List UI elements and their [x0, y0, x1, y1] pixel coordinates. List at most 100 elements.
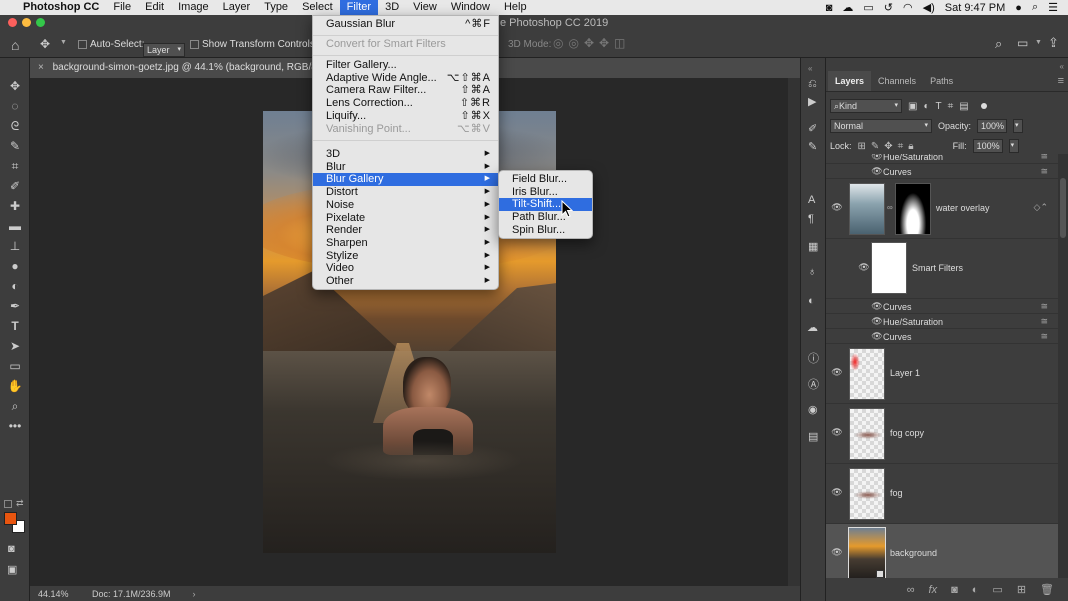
swatches-icon[interactable]: ▦ [808, 240, 818, 253]
new-group-icon[interactable]: ▭ [992, 583, 1002, 596]
share-icon[interactable]: ⇪ [1048, 35, 1059, 51]
quick-select-tool-icon[interactable]: ✎ [0, 136, 30, 156]
layer-water-overlay[interactable]: 👁︎ ∞ water overlay ◇⌃ [826, 179, 1058, 239]
eye-icon[interactable]: 👁︎ [831, 427, 843, 438]
glyphs-icon[interactable]: Ⓐ [808, 376, 819, 392]
move-tool-icon[interactable]: ✥ [0, 76, 30, 96]
layer-smart-filters[interactable]: 👁︎ Smart Filters [826, 239, 1058, 299]
fill-slider-toggle[interactable]: ▾ [1008, 139, 1019, 153]
volume-icon[interactable]: ◀) [923, 1, 935, 14]
menu-edit[interactable]: Edit [138, 0, 171, 15]
layer-filter-curves[interactable]: 👁︎ Curves ≅ [826, 164, 1058, 179]
menu-item-path-blur[interactable]: Path Blur... [499, 211, 592, 224]
filter-toggle-icon[interactable] [980, 103, 987, 109]
menu-item-liquify[interactable]: Liquify... ⇧⌘X [313, 110, 498, 123]
menu-item-iris-blur[interactable]: Iris Blur... [499, 186, 592, 199]
filter-type-icons[interactable]: ▣◐T⌗▤ [908, 101, 975, 112]
close-window-button[interactable] [8, 18, 17, 27]
menu-item-adaptive-wide-angle[interactable]: Adaptive Wide Angle... ⌥⇧⌘A [313, 72, 498, 85]
filter-options-icon[interactable]: ≅ [1040, 154, 1048, 162]
eye-icon[interactable]: 👁︎ [831, 202, 843, 213]
styles-icon[interactable]: ◉ [808, 403, 818, 416]
notification-center-icon[interactable]: ☰ [1048, 1, 1058, 14]
lasso-tool-icon[interactable]: ᘓ [0, 116, 30, 136]
apple-menu-icon[interactable] [0, 0, 16, 15]
lock-icons[interactable]: ⊞✎✥⌗🔒︎ [858, 141, 919, 152]
libraries-icon[interactable]: ☁ [807, 321, 818, 334]
time-machine-icon[interactable]: ↺ [884, 1, 893, 14]
blur-tool-icon[interactable]: ● [0, 256, 30, 276]
healing-brush-tool-icon[interactable]: ✚ [0, 196, 30, 216]
swap-colors-icon[interactable]: ⇄ [16, 498, 24, 509]
crop-tool-icon[interactable]: ⌗ [0, 156, 30, 176]
wifi-icon[interactable]: ◠ [903, 1, 913, 14]
search-icon[interactable]: ⌕ [995, 36, 1002, 52]
home-icon[interactable]: ⌂ [11, 37, 19, 53]
filter-kind-dropdown[interactable]: ⌕Kind ▾ [830, 99, 902, 113]
tab-paths[interactable]: Paths [923, 71, 960, 91]
tab-channels[interactable]: Channels [871, 71, 923, 91]
default-colors-icon[interactable] [4, 500, 12, 508]
menu-item-other[interactable]: Other ▶ [313, 275, 498, 288]
user-icon[interactable]: ● [1015, 2, 1022, 14]
menu-layer[interactable]: Layer [216, 0, 258, 15]
opacity-field[interactable]: 100% [977, 119, 1008, 133]
layer-filter-hue-saturation[interactable]: 👁︎ Hue/Saturation ≅ [826, 314, 1058, 329]
auto-select-dropdown[interactable]: Layer ▾ [143, 43, 185, 57]
chevron-down-icon[interactable]: ▼ [60, 39, 67, 46]
brushes-icon[interactable]: ✐ [808, 122, 817, 135]
3d-mode-icons[interactable]: ◎◎✥✥◫ [553, 36, 630, 50]
menu-window[interactable]: Window [444, 0, 497, 15]
menu-image[interactable]: Image [171, 0, 216, 15]
brush-tool-icon[interactable]: ▬ [0, 216, 30, 236]
menu-item-blur[interactable]: Blur ▶ [313, 161, 498, 174]
chevron-right-icon[interactable]: › [193, 589, 196, 599]
pen-tool-icon[interactable]: ✒ [0, 296, 30, 316]
filter-options-icon[interactable]: ≅ [1040, 166, 1048, 177]
menu-item-distort[interactable]: Distort ▶ [313, 186, 498, 199]
eye-icon[interactable]: 👁︎ [871, 154, 883, 162]
menu-filter[interactable]: Filter [339, 0, 379, 15]
menu-item-camera-raw[interactable]: Camera Raw Filter... ⇧⌘A [313, 84, 498, 97]
learn-icon[interactable]: ♁ [808, 266, 816, 278]
info-icon[interactable]: ⓘ [808, 350, 819, 366]
menu-item-video[interactable]: Video ▶ [313, 262, 498, 275]
collapse-icon[interactable]: « [808, 64, 812, 73]
menu-help[interactable]: Help [497, 0, 534, 15]
fill-field[interactable]: 100% [972, 139, 1003, 153]
menu-item-pixelate[interactable]: Pixelate ▶ [313, 212, 498, 225]
zoom-level[interactable]: 44.14% [38, 589, 86, 599]
menu-select[interactable]: Select [295, 0, 340, 15]
eye-icon[interactable]: 👁︎ [871, 166, 883, 177]
auto-select-checkbox[interactable] [78, 40, 87, 49]
workspace-icon[interactable]: ▭ [1017, 36, 1028, 50]
eye-icon[interactable]: 👁︎ [831, 367, 843, 378]
menu-item-3d[interactable]: 3D ▶ [313, 148, 498, 161]
layer-filter-hue-saturation[interactable]: 👁︎ Hue/Saturation ≅ [826, 154, 1058, 164]
filter-options-icon[interactable]: ≅ [1040, 331, 1048, 342]
foreground-color-swatch[interactable] [4, 512, 17, 525]
eye-icon[interactable]: 👁︎ [871, 331, 883, 342]
panel-menu-icon[interactable]: ≡ [1058, 71, 1064, 91]
layer-fog[interactable]: 👁︎ fog [826, 464, 1058, 524]
menu-item-stylize[interactable]: Stylize ▶ [313, 250, 498, 263]
menu-item-sharpen[interactable]: Sharpen ▶ [313, 237, 498, 250]
paragraph-icon[interactable]: ¶ [808, 213, 814, 225]
menu-3d[interactable]: 3D [378, 0, 406, 15]
history-icon[interactable]: ⎌ [808, 78, 817, 91]
show-transform-checkbox[interactable] [190, 40, 199, 49]
minimize-window-button[interactable] [22, 18, 31, 27]
filter-options-icon[interactable]: ≅ [1040, 301, 1048, 312]
character-icon[interactable]: A [808, 194, 815, 206]
menu-view[interactable]: View [406, 0, 444, 15]
chevron-down-icon[interactable]: ▼ [1035, 39, 1042, 46]
rectangle-tool-icon[interactable]: ▭ [0, 356, 30, 376]
eye-icon[interactable]: 👁︎ [871, 301, 883, 312]
actions-icon[interactable]: ▶ [808, 95, 816, 108]
creative-cloud-icon[interactable]: ☁ [842, 1, 853, 14]
close-tab-icon[interactable]: × [38, 62, 44, 73]
eye-icon[interactable]: 👁︎ [831, 487, 843, 498]
zoom-window-button[interactable] [36, 18, 45, 27]
eye-icon[interactable]: 👁︎ [831, 547, 843, 558]
screen-record-icon[interactable]: ◙ [826, 2, 833, 14]
